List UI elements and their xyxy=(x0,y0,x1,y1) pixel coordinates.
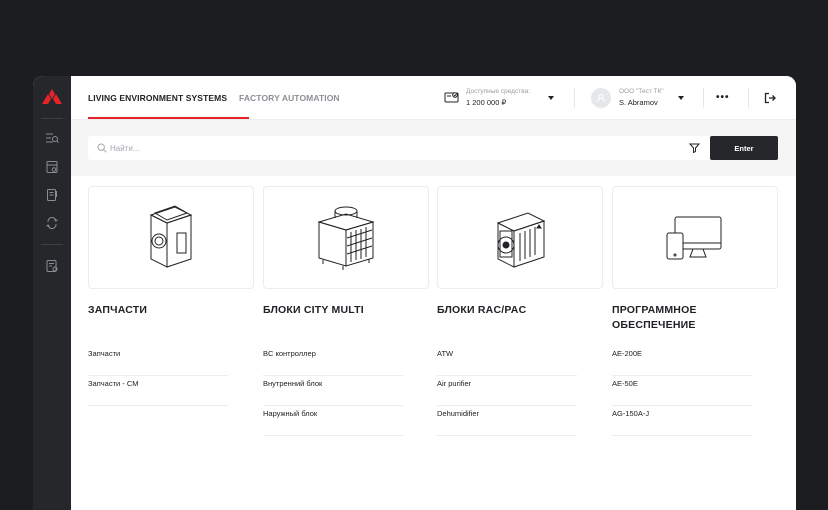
document-icon[interactable] xyxy=(45,188,59,202)
catalog-content: ЗАПЧАСТИ Запчасти Запчасти - CM БЛОКИ CI… xyxy=(71,176,796,510)
search-bar xyxy=(88,136,710,160)
list-icon[interactable] xyxy=(45,131,59,145)
wallet-icon xyxy=(444,92,459,103)
category-city-multi: БЛОКИ CITY MULTI BC контроллер Внутренни… xyxy=(263,186,429,436)
tab-factory-automation[interactable]: FACTORY AUTOMATION xyxy=(239,93,340,103)
filter-icon[interactable] xyxy=(689,143,700,153)
category-link[interactable]: Запчасти - CM xyxy=(88,376,228,406)
sidebar xyxy=(33,76,71,510)
category-link[interactable]: Внутренний блок xyxy=(263,376,403,406)
category-title[interactable]: БЛОКИ RAC/PAC xyxy=(437,303,603,318)
category-software: ПРОГРАММНОЕ ОБЕСПЕЧЕНИЕ AE-200E AE-50E A… xyxy=(612,186,778,436)
user-name: S. Abramov xyxy=(619,98,658,107)
top-bar: LIVING ENVIRONMENT SYSTEMS FACTORY AUTOM… xyxy=(71,76,796,120)
sidebar-divider xyxy=(41,244,63,245)
category-link-list: AE-200E AE-50E AG-150A-J xyxy=(612,346,752,436)
category-link[interactable]: Запчасти xyxy=(88,346,228,376)
header-divider xyxy=(574,88,575,108)
more-options-button[interactable]: ••• xyxy=(716,92,730,103)
header-divider xyxy=(703,88,704,108)
main-area: LIVING ENVIRONMENT SYSTEMS FACTORY AUTOM… xyxy=(71,76,796,510)
category-title[interactable]: ПРОГРАММНОЕ ОБЕСПЕЧЕНИЕ xyxy=(612,303,778,333)
category-link-list: ATW Air purifier Dehumidifier xyxy=(437,346,577,436)
calculator-icon[interactable] xyxy=(45,160,59,174)
category-link[interactable]: BC контроллер xyxy=(263,346,403,376)
category-title[interactable]: ЗАПЧАСТИ xyxy=(88,303,254,318)
category-link[interactable]: Dehumidifier xyxy=(437,406,577,436)
user-menu[interactable]: ООО "Тест ТК" S. Abramov xyxy=(591,86,691,110)
chevron-down-icon xyxy=(548,96,554,100)
city-multi-unit-illustration[interactable] xyxy=(263,186,429,289)
chevron-down-icon xyxy=(678,96,684,100)
category-link[interactable]: AG-150A-J xyxy=(612,406,752,436)
logout-icon[interactable] xyxy=(764,92,776,104)
recycle-icon[interactable] xyxy=(45,216,59,230)
search-input[interactable] xyxy=(110,136,670,160)
search-icon xyxy=(97,143,107,153)
funds-value: 1 200 000 ₽ xyxy=(466,98,507,107)
funds-selector[interactable]: Доступные средства: 1 200 000 ₽ xyxy=(444,86,556,110)
category-link-list: BC контроллер Внутренний блок Наружный б… xyxy=(263,346,403,436)
sidebar-divider xyxy=(41,118,63,119)
category-link[interactable]: ATW xyxy=(437,346,577,376)
header-divider xyxy=(748,88,749,108)
software-devices-illustration[interactable] xyxy=(612,186,778,289)
category-link-list: Запчасти Запчасти - CM xyxy=(88,346,228,406)
tab-living-environment-systems[interactable]: LIVING ENVIRONMENT SYSTEMS xyxy=(88,93,227,103)
active-tab-indicator xyxy=(88,117,249,119)
category-link[interactable]: Air purifier xyxy=(437,376,577,406)
spare-parts-box-illustration[interactable] xyxy=(88,186,254,289)
mitsubishi-logo-icon[interactable] xyxy=(42,89,62,107)
category-title[interactable]: БЛОКИ CITY MULTI xyxy=(263,303,429,318)
category-link[interactable]: AE-200E xyxy=(612,346,752,376)
category-rac-pac: БЛОКИ RAC/PAC ATW Air purifier Dehumidif… xyxy=(437,186,603,436)
app-window: LIVING ENVIRONMENT SYSTEMS FACTORY AUTOM… xyxy=(33,76,796,510)
user-organization: ООО "Тест ТК" xyxy=(619,88,664,95)
outdoor-unit-illustration[interactable] xyxy=(437,186,603,289)
report-icon[interactable] xyxy=(45,259,59,273)
avatar xyxy=(591,88,611,108)
enter-button[interactable]: Enter xyxy=(710,136,778,160)
category-spare-parts: ЗАПЧАСТИ Запчасти Запчасти - CM xyxy=(88,186,254,406)
user-icon xyxy=(597,94,605,103)
category-link[interactable]: Наружный блок xyxy=(263,406,403,436)
funds-label: Доступные средства: xyxy=(466,88,531,95)
category-link[interactable]: AE-50E xyxy=(612,376,752,406)
